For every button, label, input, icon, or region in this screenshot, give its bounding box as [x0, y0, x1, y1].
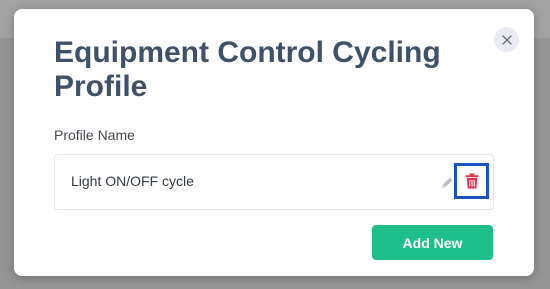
- profile-modal: Equipment Control Cycling Profile Profil…: [14, 9, 534, 276]
- close-button[interactable]: [494, 27, 519, 52]
- profile-name-label: Profile Name: [54, 127, 135, 143]
- profile-item-name: Light ON/OFF cycle: [71, 173, 194, 189]
- modal-title: Equipment Control Cycling Profile: [54, 36, 441, 103]
- close-icon: [501, 34, 512, 45]
- trash-icon: [465, 173, 478, 189]
- delete-button[interactable]: [454, 163, 489, 199]
- add-new-button[interactable]: Add New: [372, 225, 493, 260]
- pencil-icon[interactable]: [439, 175, 455, 191]
- profile-list-item: Light ON/OFF cycle: [54, 154, 494, 210]
